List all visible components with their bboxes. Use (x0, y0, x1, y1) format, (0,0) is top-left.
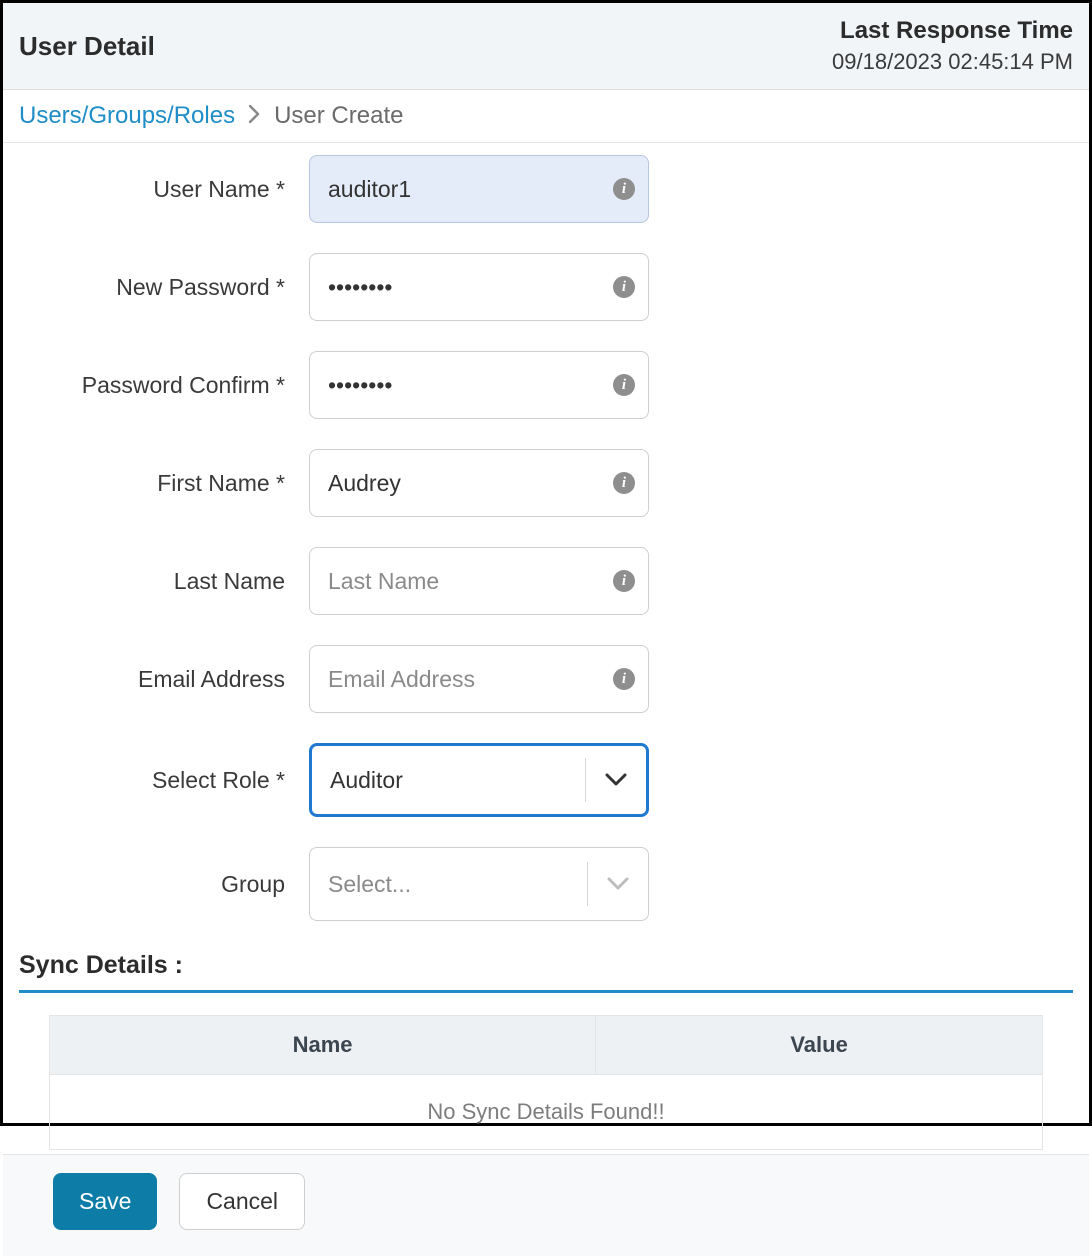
info-icon[interactable]: i (613, 178, 635, 200)
first-name-label: First Name * (19, 470, 309, 497)
form-row-last-name: Last Name i (19, 547, 1073, 615)
save-button[interactable]: Save (53, 1173, 157, 1230)
last-name-input-wrap: i (309, 547, 649, 615)
email-input-wrap: i (309, 645, 649, 713)
info-icon[interactable]: i (613, 668, 635, 690)
role-select[interactable]: Auditor (309, 743, 649, 817)
breadcrumb-current: User Create (274, 102, 403, 130)
form-row-group: Group Select... (19, 847, 1073, 921)
new-password-input-wrap: i (309, 253, 649, 321)
form-row-new-password: New Password * i (19, 253, 1073, 321)
page-title: User Detail (19, 31, 155, 62)
sync-empty-message: No Sync Details Found!! (50, 1075, 1043, 1150)
form-row-email: Email Address i (19, 645, 1073, 713)
username-input-wrap: i (309, 155, 649, 223)
role-label: Select Role * (19, 767, 309, 794)
last-name-label: Last Name (19, 568, 309, 595)
sync-col-value: Value (596, 1016, 1043, 1075)
last-response-time-label: Last Response Time (832, 17, 1073, 45)
breadcrumb-parent-link[interactable]: Users/Groups/Roles (19, 102, 235, 130)
new-password-input[interactable] (309, 253, 649, 321)
chevron-right-icon (249, 105, 260, 128)
info-icon[interactable]: i (613, 374, 635, 396)
email-label: Email Address (19, 666, 309, 693)
last-name-input[interactable] (309, 547, 649, 615)
group-select-placeholder: Select... (310, 871, 587, 898)
sync-details-table: Name Value No Sync Details Found!! (49, 1015, 1043, 1150)
header: User Detail Last Response Time 09/18/202… (3, 3, 1089, 90)
header-right: Last Response Time 09/18/2023 02:45:14 P… (832, 17, 1073, 75)
password-confirm-input[interactable] (309, 351, 649, 419)
username-input[interactable] (309, 155, 649, 223)
form-row-role: Select Role * Auditor (19, 743, 1073, 817)
info-icon[interactable]: i (613, 570, 635, 592)
breadcrumb: Users/Groups/Roles User Create (3, 90, 1089, 143)
form-row-username: User Name * i (19, 155, 1073, 223)
new-password-label: New Password * (19, 274, 309, 301)
info-icon[interactable]: i (613, 276, 635, 298)
chevron-down-icon (586, 773, 646, 787)
username-label: User Name * (19, 176, 309, 203)
form-area: User Name * i New Password * i Password … (3, 143, 1089, 1154)
form-row-first-name: First Name * i (19, 449, 1073, 517)
first-name-input[interactable] (309, 449, 649, 517)
footer: Save Cancel (3, 1154, 1089, 1256)
cancel-button[interactable]: Cancel (179, 1173, 305, 1230)
role-select-value: Auditor (312, 767, 585, 794)
password-confirm-input-wrap: i (309, 351, 649, 419)
info-icon[interactable]: i (613, 472, 635, 494)
form-row-password-confirm: Password Confirm * i (19, 351, 1073, 419)
table-row-empty: No Sync Details Found!! (50, 1075, 1043, 1150)
sync-details-title: Sync Details : (19, 951, 1073, 993)
sync-table-wrap: Name Value No Sync Details Found!! (19, 1015, 1073, 1150)
password-confirm-label: Password Confirm * (19, 372, 309, 399)
group-select[interactable]: Select... (309, 847, 649, 921)
email-input[interactable] (309, 645, 649, 713)
first-name-input-wrap: i (309, 449, 649, 517)
sync-col-name: Name (50, 1016, 596, 1075)
user-detail-window: User Detail Last Response Time 09/18/202… (0, 0, 1092, 1126)
last-response-time-value: 09/18/2023 02:45:14 PM (832, 49, 1073, 75)
chevron-down-icon (588, 877, 648, 891)
group-label: Group (19, 871, 309, 898)
